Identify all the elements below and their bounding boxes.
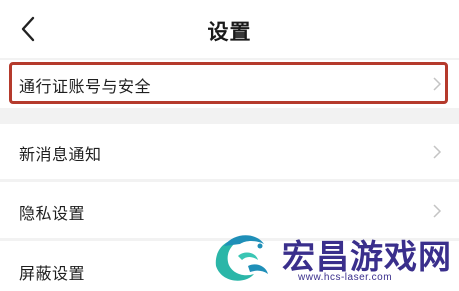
settings-item-notifications[interactable]: 新消息通知 <box>0 124 459 179</box>
settings-item-label: 隐私设置 <box>19 204 86 223</box>
settings-item-label: 屏蔽设置 <box>19 264 86 283</box>
settings-item-label: 通行证账号与安全 <box>19 77 152 96</box>
top-bar: 设置 <box>0 0 459 58</box>
chevron-right-icon <box>433 77 442 91</box>
chevron-right-icon <box>433 145 442 159</box>
settings-page: 设置 通行证账号与安全 新消息通知 隐私设置 屏蔽设置 宏昌游戏网 www.hc… <box>0 0 459 291</box>
chevron-right-icon <box>433 204 442 218</box>
settings-item-block[interactable]: 屏蔽设置 <box>0 241 459 291</box>
settings-item-privacy[interactable]: 隐私设置 <box>0 182 459 238</box>
settings-item-label: 新消息通知 <box>19 145 102 164</box>
settings-item-account-security[interactable]: 通行证账号与安全 <box>0 60 459 108</box>
page-title: 设置 <box>207 20 252 44</box>
